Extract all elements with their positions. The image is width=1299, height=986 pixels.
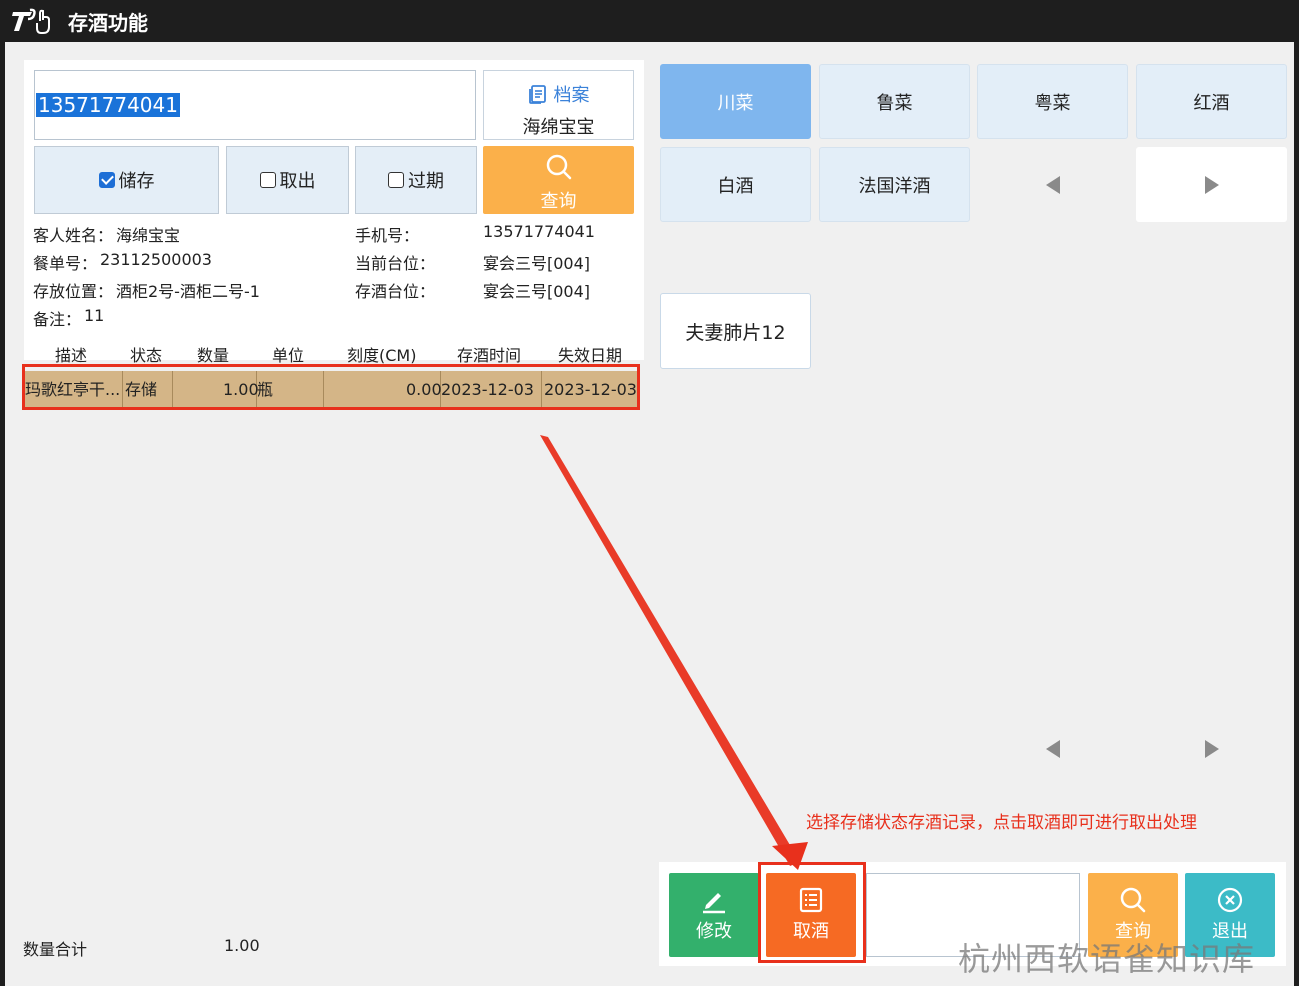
dish-prev-button[interactable] [977, 711, 1128, 786]
remark: 11 [84, 306, 105, 325]
app-logo [10, 7, 60, 35]
total-qty-value: 1.00 [224, 936, 260, 955]
guest-name: 海绵宝宝 [116, 226, 181, 245]
category-shandong[interactable]: 鲁菜 [819, 64, 970, 139]
filter-expired-label: 过期 [408, 171, 444, 192]
col-header-desc[interactable]: 描述 [55, 342, 87, 366]
category-red-wine[interactable]: 红酒 [1136, 64, 1287, 139]
category-baijiu[interactable]: 白酒 [660, 147, 811, 222]
archive-guest: 海绵宝宝 [522, 117, 595, 138]
checkbox-icon [388, 172, 404, 188]
annotation-text: 选择存储状态存酒记录，点击取酒即可进行取出处理 [806, 813, 1197, 833]
filter-take-label: 取出 [279, 171, 316, 192]
archive-icon [528, 85, 546, 104]
row-highlight-box [22, 364, 640, 410]
phone-label: 手机号： [355, 226, 420, 245]
window-title: 存酒功能 [68, 10, 148, 35]
col-header-unit[interactable]: 单位 [272, 342, 304, 366]
arrow-right-icon [1204, 739, 1219, 758]
remark-label: 备注： [33, 310, 82, 329]
title-bar: 存酒功能 [0, 0, 1299, 42]
edit-button[interactable]: 修改 [669, 873, 759, 957]
search-icon [1120, 887, 1146, 913]
phone-value: 13571774041 [36, 93, 180, 117]
query-button-top[interactable]: 查询 [483, 146, 634, 214]
dish-item[interactable]: 夫妻肺片12 [660, 293, 811, 369]
take-highlight-box [758, 862, 866, 963]
logo-icon [12, 8, 50, 34]
current-table-label: 当前台位： [355, 254, 436, 273]
location-label: 存放位置： [33, 282, 114, 301]
current-table: 宴会三号[004] [483, 254, 591, 273]
arrow-left-icon [1045, 739, 1060, 758]
location: 酒柜2号-酒柜二号-1 [116, 282, 260, 301]
category-cantonese[interactable]: 粤菜 [977, 64, 1128, 139]
category-prev-button[interactable] [977, 147, 1128, 222]
checkbox-checked-icon [98, 172, 115, 188]
col-header-qty[interactable]: 数量 [197, 342, 229, 366]
query-label-top: 查询 [540, 191, 577, 212]
col-header-expire[interactable]: 失效日期 [558, 342, 622, 366]
order-label: 餐单号： [33, 254, 98, 273]
category-french-liquor[interactable]: 法国洋酒 [819, 147, 970, 222]
col-header-status[interactable]: 状态 [130, 342, 162, 366]
search-icon [546, 154, 571, 180]
phone-search-input[interactable]: 13571774041 [34, 70, 476, 140]
arrow-right-icon [1204, 175, 1219, 194]
category-sichuan[interactable]: 川菜 [660, 64, 811, 139]
filter-take-checkbox[interactable]: 取出 [226, 146, 349, 214]
close-circle-icon [1217, 887, 1243, 913]
dish-next-button[interactable] [1136, 711, 1287, 786]
category-next-button[interactable] [1136, 147, 1287, 222]
store-table-label: 存酒台位： [355, 282, 436, 301]
phone-number: 13571774041 [483, 222, 595, 241]
filter-store-label: 储存 [118, 171, 155, 192]
edit-label: 修改 [696, 921, 732, 942]
col-header-scale[interactable]: 刻度(CM) [347, 342, 416, 366]
checkbox-icon [259, 172, 276, 188]
filter-store-checkbox[interactable]: 储存 [34, 146, 219, 214]
total-qty-label: 数量合计 [23, 940, 88, 959]
col-header-store-time[interactable]: 存酒时间 [457, 342, 521, 366]
filter-expired-checkbox[interactable]: 过期 [355, 146, 477, 214]
guest-name-label: 客人姓名： [33, 226, 114, 245]
archive-label: 档案 [553, 85, 590, 106]
watermark: 杭州西软语雀知识库 [958, 940, 1256, 978]
frame-right [1294, 42, 1299, 986]
pencil-icon [703, 893, 725, 914]
frame-left [0, 42, 5, 986]
order-number: 23112500003 [100, 250, 212, 269]
archive-button[interactable]: 档案 海绵宝宝 [483, 70, 634, 140]
store-table: 宴会三号[004] [483, 282, 591, 301]
arrow-left-icon [1045, 175, 1060, 194]
